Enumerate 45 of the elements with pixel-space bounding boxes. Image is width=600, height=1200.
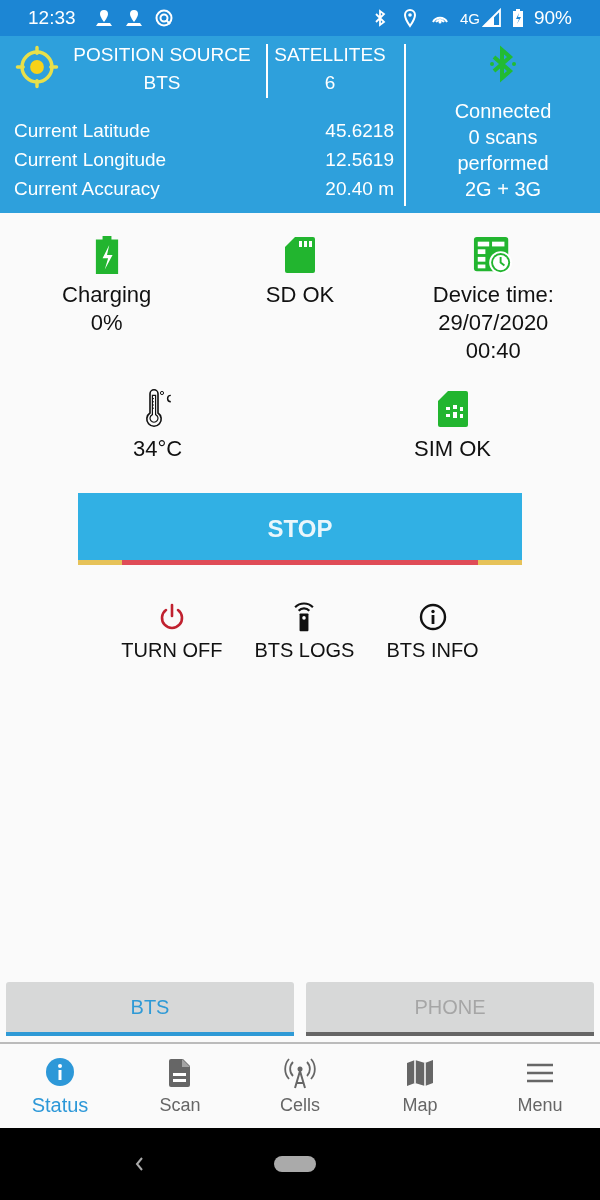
position-source-label: POSITION SOURCE — [73, 44, 251, 66]
action-button[interactable]: BTS INFO — [386, 601, 479, 662]
antenna-icon — [284, 1056, 316, 1089]
coordinate-label: Current Longitude — [14, 148, 167, 171]
signal-icon — [481, 8, 502, 28]
connection-status-text: 2G + 3G — [464, 177, 542, 202]
coordinate-value: 20.40 m — [325, 177, 394, 200]
nav-item[interactable]: Status — [0, 1044, 120, 1128]
info-icon — [417, 601, 448, 633]
home-button[interactable] — [274, 1156, 316, 1172]
map-pin-icon — [93, 8, 114, 28]
clock-time: 12:33 — [28, 7, 76, 29]
connection-status-text: performed — [457, 151, 549, 176]
calendar-clock-icon — [473, 235, 514, 275]
satellites-value: 6 — [324, 72, 336, 94]
position-source-value: BTS — [143, 72, 181, 94]
status-text: Charging — [62, 281, 152, 309]
status-text: Device time: — [432, 281, 554, 309]
status-text: 00:40 — [465, 337, 521, 365]
status-text: SD OK — [265, 281, 335, 309]
sync-icon — [153, 8, 174, 28]
nav-item[interactable]: Scan — [120, 1044, 240, 1128]
action-button[interactable]: BTS LOGS — [254, 601, 355, 662]
nav-item[interactable]: Menu — [480, 1044, 600, 1128]
nav-item[interactable]: Map — [360, 1044, 480, 1128]
status-text: SIM OK — [414, 435, 491, 463]
action-button[interactable]: TURN OFF — [121, 601, 223, 662]
status-text: 0% — [90, 309, 123, 337]
battery-percentage: 90% — [533, 7, 572, 29]
coordinate-label: Current Accuracy — [14, 177, 160, 200]
status-text: 29/07/2020 — [438, 309, 549, 337]
network-type: 4G — [459, 9, 480, 27]
coordinate-label: Current Latitude — [14, 119, 151, 142]
coordinate-value: 45.6218 — [325, 119, 394, 142]
satellites-label: SATELLITES — [274, 44, 386, 66]
coordinate-value: 12.5619 — [325, 148, 394, 171]
map-pin-icon — [123, 8, 144, 28]
info-icon — [44, 1055, 76, 1088]
nav-item[interactable]: Cells — [240, 1044, 360, 1128]
target-icon — [14, 44, 60, 90]
connection-status-text: 0 scans — [468, 125, 538, 150]
status-text: 34°C — [132, 435, 183, 463]
connection-status-text: Connected — [454, 99, 552, 124]
battery-icon — [511, 8, 524, 28]
back-icon[interactable] — [134, 1156, 144, 1172]
